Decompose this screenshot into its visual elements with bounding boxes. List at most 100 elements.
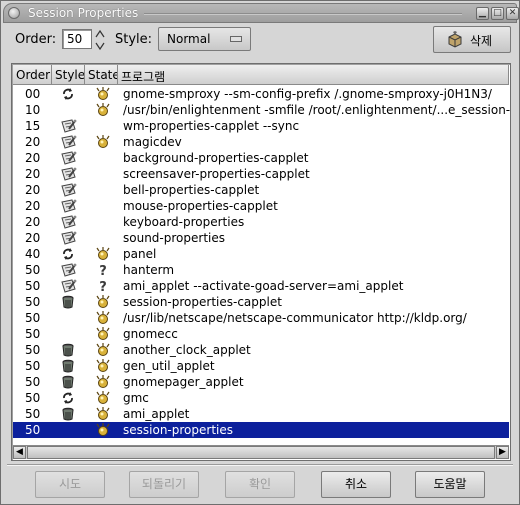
- trash-style-icon: [61, 407, 77, 421]
- running-state-icon: [96, 359, 112, 373]
- settings-style-icon: [61, 183, 77, 197]
- scroll-right-icon[interactable]: ▶: [496, 446, 509, 459]
- running-state-icon: [96, 343, 112, 357]
- title-bar[interactable]: Session Properties ▁ □ ✕: [3, 3, 519, 23]
- row-program: sound-properties: [123, 231, 225, 245]
- ok-button[interactable]: 확인: [225, 471, 295, 498]
- list-row[interactable]: 20 background-properties-capplet: [13, 150, 509, 166]
- list-row[interactable]: 50 gmc: [13, 390, 509, 406]
- list-row[interactable]: 20 magicdev: [13, 134, 509, 150]
- try-button[interactable]: 시도: [35, 471, 105, 498]
- row-program: gmc: [123, 391, 149, 405]
- list-row[interactable]: 50 session-properties: [13, 422, 509, 438]
- settings-style-icon: [61, 215, 77, 229]
- restart-style-icon: [61, 247, 77, 261]
- state-empty: [96, 119, 112, 133]
- scroll-left-icon[interactable]: ◀: [13, 446, 26, 459]
- help-button[interactable]: 도움말: [415, 471, 485, 498]
- row-program: ami_applet --activate-goad-server=ami_ap…: [123, 279, 404, 293]
- list-row[interactable]: 50 gen_util_applet: [13, 358, 509, 374]
- row-order: 50: [25, 407, 41, 421]
- row-order: 20: [25, 231, 41, 245]
- row-order: 50: [25, 359, 41, 373]
- column-header-style[interactable]: Style: [52, 65, 85, 85]
- list-row[interactable]: 50 gnomecc: [13, 326, 509, 342]
- cancel-button[interactable]: 취소: [321, 471, 391, 498]
- row-order: 20: [25, 135, 41, 149]
- spin-arrows-icon[interactable]: [93, 28, 107, 52]
- row-order: 50: [25, 375, 41, 389]
- row-program: session-properties-capplet: [123, 295, 282, 309]
- state-empty: [96, 231, 112, 245]
- style-empty: [61, 423, 77, 437]
- row-program: /usr/bin/enlightenment -smfile /root/.en…: [123, 103, 511, 117]
- row-program: screensaver-properties-capplet: [123, 167, 310, 181]
- running-state-icon: [96, 295, 112, 309]
- settings-style-icon: [61, 279, 77, 293]
- window-menu-icon[interactable]: [8, 7, 20, 19]
- list-row[interactable]: 50 ami_applet: [13, 406, 509, 422]
- list-row[interactable]: 50 gnomepager_applet: [13, 374, 509, 390]
- list-row[interactable]: 50 session-properties-capplet: [13, 294, 509, 310]
- restart-style-icon: [61, 391, 77, 405]
- settings-style-icon: [61, 151, 77, 165]
- list-row[interactable]: 00 gnome-smproxy --sm-config-prefix /.gno…: [13, 86, 509, 102]
- list-row[interactable]: 20 sound-properties: [13, 230, 509, 246]
- list-row[interactable]: 50? hanterm: [13, 262, 509, 278]
- list-row[interactable]: 50? ami_applet --activate-goad-server=ami…: [13, 278, 509, 294]
- column-header-program[interactable]: 프로그램: [118, 65, 509, 85]
- horizontal-scrollbar[interactable]: ◀ ▶: [13, 445, 509, 459]
- session-properties-window: Session Properties ▁ □ ✕ Order: 50 Style…: [0, 0, 520, 505]
- style-option-menu[interactable]: Normal: [158, 27, 251, 51]
- style-value: Normal: [167, 32, 211, 46]
- unknown-state-icon: ?: [96, 279, 112, 293]
- row-program: another_clock_applet: [123, 343, 251, 357]
- close-icon[interactable]: ✕: [506, 7, 519, 20]
- row-order: 00: [25, 87, 41, 101]
- delete-label: 삭제: [470, 34, 493, 48]
- list-row[interactable]: 50 another_clock_applet: [13, 342, 509, 358]
- list-row[interactable]: 40 panel: [13, 246, 509, 262]
- row-program: gnomepager_applet: [123, 375, 244, 389]
- order-spinbutton[interactable]: 50: [62, 29, 92, 49]
- row-order: 50: [25, 423, 41, 437]
- settings-style-icon: [61, 135, 77, 149]
- running-state-icon: [96, 407, 112, 421]
- list-row[interactable]: 20 bell-properties-capplet: [13, 182, 509, 198]
- row-program: gnomecc: [123, 327, 178, 341]
- delete-button[interactable]: 삭제: [433, 26, 511, 53]
- settings-style-icon: [61, 199, 77, 213]
- row-order: 20: [25, 215, 41, 229]
- row-program: gnome-smproxy --sm-config-prefix /.gnome…: [123, 87, 492, 101]
- revert-button[interactable]: 되돌리기: [129, 471, 199, 498]
- list-row[interactable]: 20 mouse-properties-capplet: [13, 198, 509, 214]
- list-row[interactable]: 20 screensaver-properties-capplet: [13, 166, 509, 182]
- list-row[interactable]: 15 wm-properties-capplet --sync: [13, 118, 509, 134]
- row-order: 15: [25, 119, 41, 133]
- row-order: 50: [25, 279, 41, 293]
- running-state-icon: [96, 311, 112, 325]
- list-header: Order Style State 프로그램: [13, 65, 509, 85]
- session-program-list[interactable]: Order Style State 프로그램 00 gnome-smproxy -…: [11, 63, 511, 461]
- delete-icon: [447, 31, 463, 48]
- trash-style-icon: [61, 375, 77, 389]
- maximize-icon[interactable]: □: [491, 7, 504, 20]
- trash-style-icon: [61, 343, 77, 357]
- running-state-icon: [96, 247, 112, 261]
- column-header-state[interactable]: State: [85, 65, 118, 85]
- row-order: 20: [25, 183, 41, 197]
- scrollbar-thumb[interactable]: [27, 446, 495, 459]
- style-empty: [61, 311, 77, 325]
- list-row[interactable]: 50/usr/lib/netscape/netscape-communicato…: [13, 310, 509, 326]
- list-row[interactable]: 20 keyboard-properties: [13, 214, 509, 230]
- list-row[interactable]: 10/usr/bin/enlightenment -smfile /root/.…: [13, 102, 511, 118]
- row-order: 50: [25, 327, 41, 341]
- window-title: Session Properties: [28, 6, 139, 20]
- row-order: 50: [25, 295, 41, 309]
- minimize-icon[interactable]: ▁: [476, 7, 489, 20]
- running-state-icon: [96, 391, 112, 405]
- state-empty: [96, 215, 112, 229]
- column-header-order[interactable]: Order: [13, 65, 52, 85]
- row-program: hanterm: [123, 263, 175, 277]
- row-program: ami_applet: [123, 407, 190, 421]
